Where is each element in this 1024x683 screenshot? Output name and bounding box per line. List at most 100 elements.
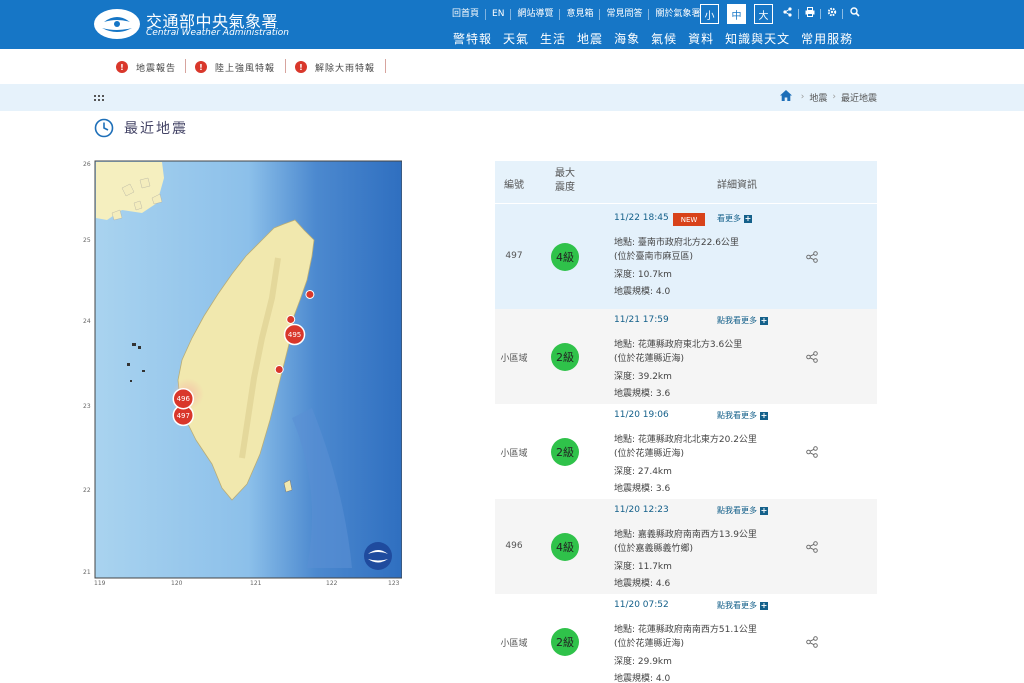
earthquake-map[interactable]: 497 496 495 26 25 24 23 22 21 119 120 121 … xyxy=(82,158,402,588)
intensity-badge: 4級 xyxy=(551,242,579,271)
alert-label: 解除大雨特報 xyxy=(315,63,376,74)
intensity-badge: 4級 xyxy=(551,532,579,561)
more-link[interactable]: 點我看更多 + xyxy=(717,410,768,421)
more-link[interactable]: 看更多 + xyxy=(717,213,752,224)
quake-depth: 深度: 11.7km xyxy=(614,562,672,572)
quake-time[interactable]: 11/20 07:52 xyxy=(614,600,669,610)
nav-services[interactable]: 常用服務 xyxy=(801,30,853,47)
more-link[interactable]: 點我看更多 + xyxy=(717,600,768,611)
nav-life[interactable]: 生活 xyxy=(540,30,566,47)
quake-location: 地點: 臺南市政府北方22.6公里 xyxy=(614,238,739,248)
intensity-badge: 2級 xyxy=(551,437,579,466)
nav-data[interactable]: 資料 xyxy=(688,30,714,47)
alert-label: 陸上強風特報 xyxy=(215,63,276,74)
lon-label: 122 xyxy=(326,580,338,587)
cwa-logo[interactable] xyxy=(94,9,140,39)
search-icon[interactable] xyxy=(850,7,860,22)
alert-earthquake-report[interactable]: ! 地震報告 xyxy=(116,59,176,75)
nav-marine[interactable]: 海象 xyxy=(614,30,640,47)
font-size-small-button[interactable]: 小 xyxy=(700,4,719,24)
lat-label: 23 xyxy=(83,403,91,410)
table-row[interactable]: 小區域 2級 11/21 17:59 點我看更多 + 地點: 花蓮縣政府東北方3.… xyxy=(495,309,877,404)
nav-earthquake[interactable]: 地震 xyxy=(577,30,603,47)
font-size-medium-button[interactable]: 中 xyxy=(727,4,746,24)
more-link[interactable]: 點我看更多 + xyxy=(717,315,768,326)
quake-marker[interactable] xyxy=(274,365,284,374)
alert-wind-warning[interactable]: ! 陸上強風特報 xyxy=(195,59,275,75)
quake-time[interactable]: 11/20 12:23 xyxy=(614,505,669,515)
marker-dot xyxy=(286,314,296,324)
more-label: 點我看更多 xyxy=(717,411,757,420)
plus-icon: + xyxy=(760,505,768,515)
lon-label: 120 xyxy=(171,580,183,587)
home-icon[interactable] xyxy=(779,90,792,104)
lat-label: 25 xyxy=(83,237,91,244)
quake-time[interactable]: 11/22 18:45 xyxy=(614,213,669,223)
more-label: 點我看更多 xyxy=(717,601,757,610)
table-row[interactable]: 小區域 2級 11/20 19:06 點我看更多 + 地點: 花蓮縣政府北北東方2… xyxy=(495,404,877,499)
main-nav: 警特報 天氣 生活 地震 海象 氣候 資料 知識與天文 常用服務 xyxy=(453,30,864,47)
quake-depth: 深度: 10.7km xyxy=(614,270,672,280)
lat-label: 24 xyxy=(83,318,91,325)
menu-grid-icon[interactable] xyxy=(94,95,104,103)
share-icon[interactable] xyxy=(806,250,818,263)
nav-warnings[interactable]: 警特報 xyxy=(453,30,492,47)
plus-icon: + xyxy=(760,600,768,610)
plus-icon: + xyxy=(760,410,768,420)
link-faq[interactable]: 常見問答 xyxy=(599,8,648,20)
quake-marker[interactable]: 495 xyxy=(283,323,306,346)
quake-sublocation: (位於花蓮縣近海) xyxy=(614,449,685,459)
link-home[interactable]: 回首頁 xyxy=(446,9,485,20)
quake-magnitude: 地震規模: 3.6 xyxy=(614,389,671,399)
marker-label: 495 xyxy=(288,331,301,339)
share-icon[interactable] xyxy=(783,7,792,22)
quake-magnitude: 地震規模: 4.6 xyxy=(614,579,671,589)
alert-label: 地震報告 xyxy=(136,63,177,74)
more-label: 點我看更多 xyxy=(717,316,757,325)
marker-label: 496 xyxy=(177,395,191,403)
nav-climate[interactable]: 氣候 xyxy=(651,30,677,47)
link-about[interactable]: 關於氣象署 xyxy=(648,8,706,20)
quake-time[interactable]: 11/21 17:59 xyxy=(614,315,669,325)
clock-icon xyxy=(94,118,114,138)
table-row[interactable]: 496 4級 11/20 12:23 點我看更多 + 地點: 嘉義縣政府南南西方1… xyxy=(495,499,877,594)
table-row[interactable]: 小區域 2級 11/20 07:52 點我看更多 + 地點: 花蓮縣政府南南西方5… xyxy=(495,594,877,683)
chevron-right-icon: › xyxy=(832,92,836,102)
chevron-right-icon: › xyxy=(800,92,805,102)
lat-label: 22 xyxy=(83,487,91,494)
row-id: 小區域 xyxy=(500,638,528,649)
quake-location: 地點: 花蓮縣政府北北東方20.2公里 xyxy=(614,435,757,445)
header-id: 編號 xyxy=(504,180,524,191)
share-icon[interactable] xyxy=(806,635,818,648)
table-row[interactable]: 497 4級 11/22 18:45 NEW 看更多 + 地點: 臺南市政府北方2… xyxy=(495,204,877,309)
quake-magnitude: 地震規模: 3.6 xyxy=(614,484,671,494)
share-icon[interactable] xyxy=(806,445,818,458)
row-id: 496 xyxy=(505,540,523,551)
quake-time[interactable]: 11/20 19:06 xyxy=(614,410,669,420)
row-id: 497 xyxy=(505,250,523,261)
gear-icon[interactable] xyxy=(827,7,837,22)
link-english[interactable]: EN xyxy=(485,8,510,20)
quake-location: 地點: 嘉義縣政府南南西方13.9公里 xyxy=(614,530,757,540)
quake-marker[interactable]: 496 xyxy=(172,387,195,410)
lon-label: 121 xyxy=(250,580,262,587)
link-sitemap[interactable]: 網站導覽 xyxy=(510,8,559,20)
quake-magnitude: 地震規模: 4.0 xyxy=(614,287,671,297)
intensity-badge: 2級 xyxy=(551,627,579,656)
share-icon[interactable] xyxy=(806,540,818,553)
nav-weather[interactable]: 天氣 xyxy=(503,30,529,47)
print-icon[interactable] xyxy=(805,7,815,22)
more-link[interactable]: 點我看更多 + xyxy=(717,505,768,516)
quake-depth: 深度: 27.4km xyxy=(614,467,672,477)
font-size-large-button[interactable]: 大 xyxy=(754,4,773,24)
breadcrumb-earthquake[interactable]: 地震 xyxy=(809,91,827,104)
alert-icon: ! xyxy=(195,61,207,73)
share-icon[interactable] xyxy=(806,350,818,363)
row-id: 小區域 xyxy=(500,448,528,459)
link-feedback[interactable]: 意見箱 xyxy=(559,8,599,20)
quake-marker[interactable] xyxy=(286,314,296,324)
nav-knowledge[interactable]: 知識與天文 xyxy=(725,30,790,47)
lat-label: 26 xyxy=(83,161,91,168)
alert-rain-lifted[interactable]: ! 解除大雨特報 xyxy=(295,59,375,75)
quake-marker[interactable] xyxy=(305,289,315,299)
